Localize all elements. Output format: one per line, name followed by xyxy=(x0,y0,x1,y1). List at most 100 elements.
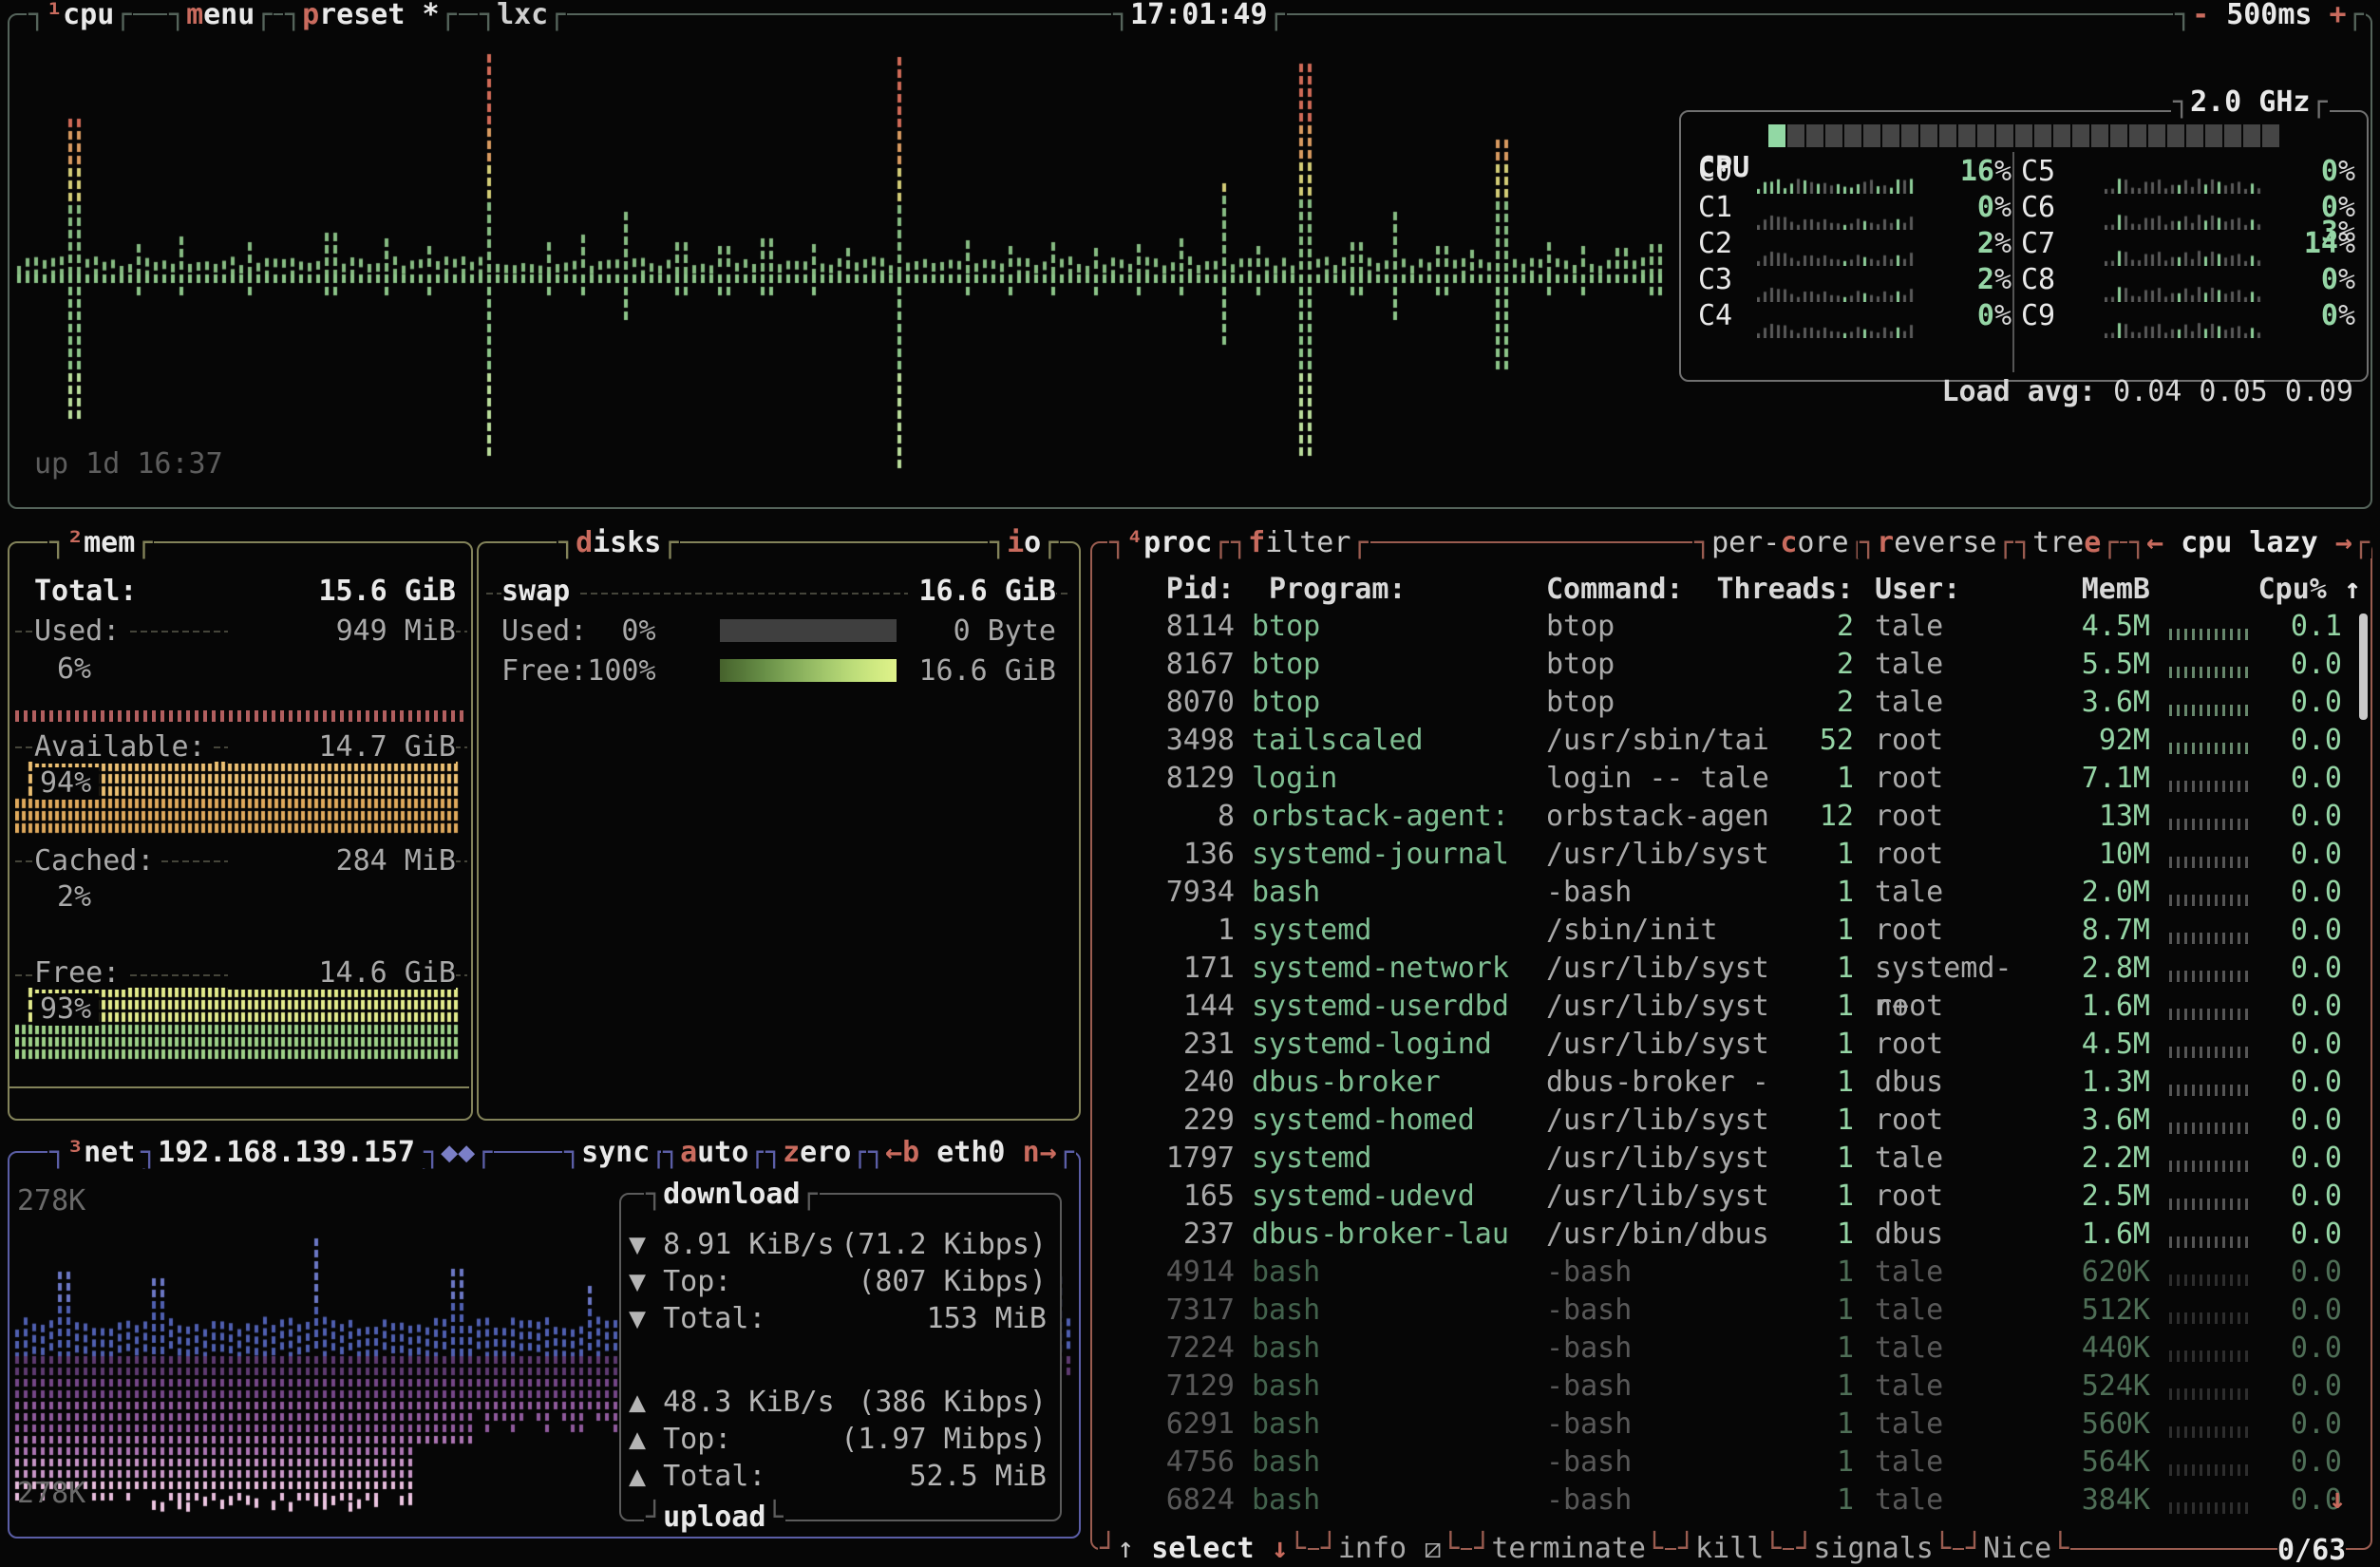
mem-cached-value: 284 MiB xyxy=(228,845,456,878)
mem-cached-pct: 2% xyxy=(57,881,91,914)
tab-per-core[interactable]: ┐per-core┌ xyxy=(1692,528,1868,558)
proc-row-229[interactable]: 229systemd-homed/usr/lib/syst1root3.6M0.… xyxy=(1111,1102,2342,1140)
col-header-program[interactable]: Program: xyxy=(1269,574,1407,606)
proc-command: /usr/lib/syst xyxy=(1546,988,1774,1026)
proc-row-144[interactable]: 144systemd-userdbd/usr/lib/syst1root1.6M… xyxy=(1111,988,2342,1026)
tab-zero[interactable]: ┐zero┌ xyxy=(764,1138,870,1168)
proc-pid: 4914 xyxy=(1111,1254,1235,1292)
col-header-threads[interactable]: Threads: xyxy=(1672,574,1854,606)
proc-row-1[interactable]: 1systemd/sbin/init1root8.7M0.0 xyxy=(1111,912,2342,950)
proc-program: tailscaled xyxy=(1235,722,1546,760)
proc-row-8070[interactable]: 8070btopbtop2tale3.6M0.0 xyxy=(1111,684,2342,722)
net-graph-icons[interactable]: ┐◆◆┌ xyxy=(422,1138,494,1168)
mem-avail-label: Available: xyxy=(34,731,214,764)
proc-command: orbstack-agen xyxy=(1546,798,1774,836)
download-total-row: ▼ Total: xyxy=(629,1303,766,1335)
cpu-freq-label: ┐2.0 GHz┌ xyxy=(2171,87,2330,118)
footer-option-5[interactable]: ┘Nice└ xyxy=(1964,1533,2070,1565)
tab-io[interactable]: ┐io┌ xyxy=(988,528,1060,558)
mem-free-label: Free: xyxy=(34,957,127,990)
proc-row-7934[interactable]: 7934bash-bash1tale2.0M0.0 xyxy=(1111,874,2342,912)
proc-row-6291[interactable]: 6291bash-bash1tale560K0.0 xyxy=(1111,1406,2342,1444)
load-avg-label: Load avg: xyxy=(1942,375,2097,408)
tab-auto[interactable]: ┐auto┌ xyxy=(661,1138,767,1168)
tab-reverse[interactable]: ┐reverse┌ xyxy=(1858,528,2016,558)
proc-user: tale xyxy=(1854,684,2032,722)
tab-disks[interactable]: ┐disks┌ xyxy=(557,528,680,558)
col-header-pid[interactable]: Pid: xyxy=(1111,574,1235,606)
core-row-C2: C22% xyxy=(1698,228,2012,264)
proc-mem: 7.1M xyxy=(2032,760,2150,798)
proc-row-231[interactable]: 231systemd-logind/usr/lib/syst1root4.5M0… xyxy=(1111,1026,2342,1064)
tab-preset[interactable]: ┐preset *┌ xyxy=(283,0,459,30)
tab-menu[interactable]: ┐menu┌ xyxy=(167,0,274,30)
proc-row-7129[interactable]: 7129bash-bash1tale524K0.0 xyxy=(1111,1368,2342,1406)
proc-row-136[interactable]: 136systemd-journal/usr/lib/syst1root10M0… xyxy=(1111,836,2342,874)
tab-mem[interactable]: ┐²mem┌ xyxy=(47,528,154,558)
col-header-memb[interactable]: MemB xyxy=(2032,574,2150,606)
tab-sync[interactable]: ┐sync┌ xyxy=(562,1138,669,1168)
net-stats-panel: ▼ 8.91 KiB/s (71.2 Kibps) ▼ Top: (807 Ki… xyxy=(619,1193,1062,1521)
tab-proc[interactable]: ┐⁴proc┌ xyxy=(1107,528,1231,558)
scroll-down-icon[interactable]: ↓ xyxy=(2329,1483,2346,1516)
footer-option-2[interactable]: ┘terminate└ xyxy=(1472,1533,1665,1565)
tab-cpu[interactable]: ┐¹cpu┌ xyxy=(27,0,133,30)
proc-row-7224[interactable]: 7224bash-bash1tale440K0.0 xyxy=(1111,1330,2342,1368)
proc-command: -bash xyxy=(1546,1444,1774,1482)
proc-scrollbar-thumb[interactable] xyxy=(2359,614,2368,720)
footer-option-3[interactable]: ┘kill└ xyxy=(1676,1533,1783,1565)
footer-option-1[interactable]: ┘info ⧄└ xyxy=(1319,1533,1462,1565)
tab-filter[interactable]: ┐filter┌ xyxy=(1229,528,1370,558)
net-ip-address: ┐192.168.139.157┌ xyxy=(139,1138,434,1168)
download-speed-row: ▼ 8.91 KiB/s xyxy=(629,1229,835,1261)
proc-program: bash xyxy=(1235,1368,1546,1406)
proc-threads: 1 xyxy=(1774,1216,1854,1254)
proc-mem: 564K xyxy=(2032,1444,2150,1482)
tab-lxc[interactable]: ┐lxc┌ xyxy=(478,0,567,30)
proc-cpu: 0.0 xyxy=(2256,1444,2342,1482)
proc-row-8114[interactable]: 8114btopbtop2tale4.5M0.1 xyxy=(1111,608,2342,646)
tab-tree[interactable]: ┐tree┌ xyxy=(2013,528,2120,558)
proc-program: dbus-broker xyxy=(1235,1064,1546,1102)
proc-program: bash xyxy=(1235,874,1546,912)
proc-threads: 2 xyxy=(1774,684,1854,722)
proc-row-8167[interactable]: 8167btopbtop2tale5.5M0.0 xyxy=(1111,646,2342,684)
col-header-command[interactable]: Command: xyxy=(1546,574,1684,606)
proc-mem: 512K xyxy=(2032,1292,2150,1330)
proc-command: btop xyxy=(1546,608,1774,646)
proc-row-8[interactable]: 8orbstack-agent:orbstack-agen12root13M0.… xyxy=(1111,798,2342,836)
proc-row-8129[interactable]: 8129loginlogin -- tale1root7.1M0.0 xyxy=(1111,760,2342,798)
proc-cpu: 0.0 xyxy=(2256,836,2342,874)
proc-mem-graph xyxy=(2169,857,2253,868)
proc-threads: 1 xyxy=(1774,1406,1854,1444)
proc-threads: 1 xyxy=(1774,1482,1854,1520)
down-arrow-icon: ▼ xyxy=(629,1228,646,1261)
net-interface-switcher[interactable]: ┐←b eth0 n→┌ xyxy=(866,1138,1076,1168)
proc-mem-graph xyxy=(2169,1274,2253,1286)
proc-row-4756[interactable]: 4756bash-bash1tale564K0.0 xyxy=(1111,1444,2342,1482)
proc-row-4914[interactable]: 4914bash-bash1tale620K0.0 xyxy=(1111,1254,2342,1292)
proc-command: /usr/lib/syst xyxy=(1546,1102,1774,1140)
mem-total-value: 15.6 GiB xyxy=(228,576,456,608)
col-header-cpu[interactable]: Cpu% ↑ xyxy=(2184,574,2361,606)
proc-row-7317[interactable]: 7317bash-bash1tale512K0.0 xyxy=(1111,1292,2342,1330)
proc-row-6824[interactable]: 6824bash-bash1tale384K0.0 xyxy=(1111,1482,2342,1520)
proc-pid: 4756 xyxy=(1111,1444,1235,1482)
proc-threads: 1 xyxy=(1774,760,1854,798)
proc-row-240[interactable]: 240dbus-brokerdbus-broker -1dbus1.3M0.0 xyxy=(1111,1064,2342,1102)
refresh-interval-control[interactable]: ┐- 500ms +┌ xyxy=(2173,0,2366,30)
proc-user: tale xyxy=(1854,1444,2032,1482)
proc-cpu: 0.0 xyxy=(2256,1102,2342,1140)
proc-mem: 1.6M xyxy=(2032,1216,2150,1254)
proc-row-3498[interactable]: 3498tailscaled/usr/sbin/tai52root92M0.0 xyxy=(1111,722,2342,760)
proc-row-171[interactable]: 171systemd-network/usr/lib/syst1systemd-… xyxy=(1111,950,2342,988)
proc-row-165[interactable]: 165systemd-udevd/usr/lib/syst1root2.5M0.… xyxy=(1111,1178,2342,1216)
proc-row-1797[interactable]: 1797systemd/usr/lib/syst1tale2.2M0.0 xyxy=(1111,1140,2342,1178)
sort-column-selector[interactable]: ┐← cpu lazy →┌ xyxy=(2127,528,2371,558)
col-header-user[interactable]: User: xyxy=(1875,574,1960,606)
proc-pid: 7317 xyxy=(1111,1292,1235,1330)
footer-option-0[interactable]: ┘↑ select ↓└ xyxy=(1098,1533,1308,1565)
footer-option-4[interactable]: ┘signals└ xyxy=(1794,1533,1953,1565)
proc-command: -bash xyxy=(1546,1406,1774,1444)
proc-row-237[interactable]: 237dbus-broker-lau/usr/bin/dbus1dbus1.6M… xyxy=(1111,1216,2342,1254)
